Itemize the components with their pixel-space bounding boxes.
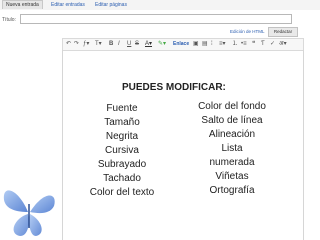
font-size-icon[interactable]: T▾ — [95, 40, 102, 49]
post-tabs-bar: Nueva entrada Editar entradas Editar pág… — [0, 0, 320, 10]
title-label: Título: — [2, 17, 16, 23]
compose-button[interactable]: Redactar — [268, 27, 298, 37]
video-icon[interactable]: ▤ — [202, 40, 208, 49]
list-item: Tamaño — [104, 117, 140, 128]
numbered-list-icon[interactable]: ⒈ — [232, 40, 238, 49]
list-item: numerada — [209, 157, 255, 168]
html-edit-link[interactable]: Edición de HTML — [230, 29, 265, 34]
italic-icon[interactable]: I — [118, 40, 120, 49]
bold-icon[interactable]: B — [109, 40, 113, 49]
content-heading: PUEDES MODIFICAR: — [122, 82, 226, 93]
list-item: Subrayado — [97, 159, 147, 170]
link-button[interactable]: Enlace — [173, 40, 189, 49]
tab-edit-posts[interactable]: Editar entradas — [48, 1, 88, 9]
options-list-left: Fuente Tamaño Negrita Cursiva Subrayado … — [86, 102, 158, 200]
highlight-icon[interactable]: ✎▾ — [158, 40, 166, 49]
redo-icon[interactable]: ↷ — [74, 40, 79, 49]
butterfly-icon — [3, 190, 55, 236]
list-item: Viñetas — [215, 171, 249, 182]
list-item: Color del texto — [89, 187, 155, 198]
undo-icon[interactable]: ↶ — [66, 40, 71, 49]
list-item: Alineación — [208, 129, 256, 140]
quote-icon[interactable]: ❝ — [252, 40, 255, 49]
tab-edit-pages[interactable]: Editar páginas — [92, 1, 130, 9]
language-icon[interactable]: अ▾ — [279, 40, 287, 49]
font-icon[interactable]: ƒ▾ — [83, 40, 89, 49]
image-icon[interactable]: ▣ — [193, 40, 199, 49]
list-item: Tachado — [103, 173, 141, 184]
list-item: Cursiva — [105, 145, 139, 156]
jump-break-icon[interactable]: ⁞ — [211, 40, 213, 49]
list-item: Negrita — [105, 131, 139, 142]
list-item: Ortografía — [209, 185, 255, 196]
tab-new-post[interactable]: Nueva entrada — [2, 0, 43, 9]
title-input[interactable] — [20, 14, 292, 24]
list-item: Color del fondo — [198, 101, 266, 112]
align-icon[interactable]: ≡▾ — [219, 40, 226, 49]
list-item: Lista — [221, 143, 243, 154]
remove-format-icon[interactable]: Ƭ — [261, 40, 265, 49]
underline-icon[interactable]: U — [127, 40, 131, 49]
options-list-right: Color del fondo Salto de línea Alineació… — [194, 100, 270, 198]
text-color-icon[interactable]: A▾ — [145, 40, 152, 49]
spellcheck-icon[interactable]: ✓ — [270, 40, 275, 49]
strikethrough-icon[interactable]: S — [135, 40, 139, 49]
list-item: Salto de línea — [201, 115, 263, 126]
bulleted-list-icon[interactable]: •≡ — [241, 40, 247, 49]
list-item: Fuente — [106, 103, 138, 114]
